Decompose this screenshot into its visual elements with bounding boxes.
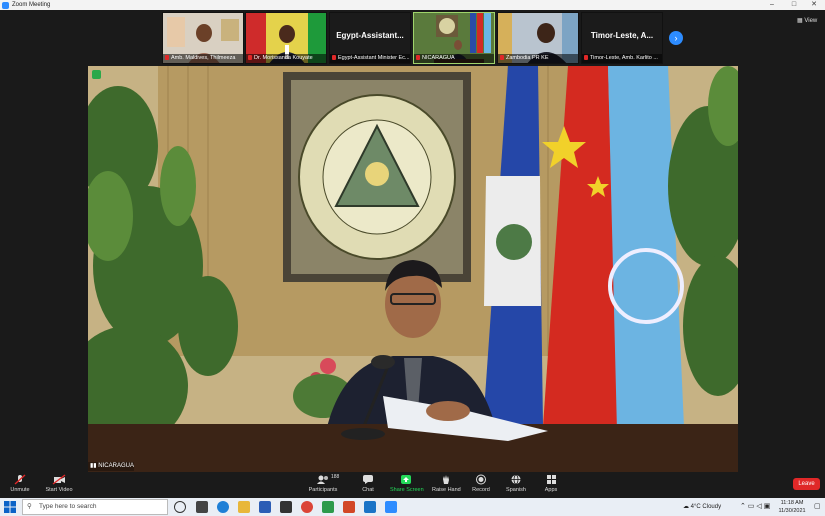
- title-bar: Zoom Meeting – □ ✕: [0, 0, 825, 10]
- file-explorer-icon[interactable]: [238, 501, 250, 513]
- minimize-button[interactable]: –: [762, 0, 782, 10]
- speaker-name: NICARAGUA: [98, 463, 134, 469]
- cloud-icon: ☁: [683, 504, 691, 510]
- participant-name: NICARAGUA: [422, 55, 455, 61]
- share-screen-button[interactable]: Share Screen: [390, 474, 424, 496]
- search-placeholder: Type here to search: [39, 503, 97, 510]
- view-label: View: [804, 18, 818, 24]
- participant-tile-active[interactable]: NICARAGUA: [413, 12, 495, 64]
- app-icon[interactable]: [280, 501, 292, 513]
- participants-count: 188: [331, 474, 340, 480]
- chrome-icon[interactable]: [301, 501, 313, 513]
- muted-mic-icon: [332, 55, 336, 60]
- security-shield-icon[interactable]: [92, 70, 101, 79]
- hand-icon: [443, 475, 449, 484]
- close-button[interactable]: ✕: [804, 0, 824, 10]
- participant-name: Timor-Leste, Amb. Karlito ...: [590, 55, 658, 61]
- zoom-window: Zoom Meeting – □ ✕ Amb. Maldives, Thilme…: [0, 0, 825, 516]
- unmute-button[interactable]: Unmute: [6, 474, 34, 496]
- participant-tile[interactable]: Egypt-Assistant... Egypt-Assistant Minis…: [329, 12, 411, 64]
- chat-icon: [363, 475, 373, 484]
- participant-tile[interactable]: Timor-Leste, A... Timor-Leste, Amb. Karl…: [581, 12, 663, 64]
- participant-tile[interactable]: Amb. Maldives, Thilmeeza: [162, 12, 244, 64]
- muted-mic-icon: [584, 55, 588, 60]
- chat-button[interactable]: Chat: [357, 474, 379, 496]
- participant-tile[interactable]: Zambodia PR KE: [497, 12, 579, 64]
- windows-taskbar: ⚲ Type here to search ☁ 4°C Cloudy ⌃ ▭ ◁…: [0, 498, 825, 516]
- record-button[interactable]: Record: [470, 474, 492, 496]
- meeting-toolbar: Unmute Start Video 188 Participants Chat…: [0, 472, 825, 498]
- participant-name: Zambodia PR KE: [506, 55, 549, 61]
- muted-mic-icon: [165, 55, 169, 60]
- participant-big-name: Timor-Leste, A...: [590, 31, 654, 40]
- widgets-icon[interactable]: [196, 501, 208, 513]
- participants-label: Participants: [308, 487, 338, 493]
- app-icon[interactable]: [322, 501, 334, 513]
- weather-text: 4°C Cloudy: [690, 504, 722, 510]
- zoom-taskbar-icon[interactable]: [385, 501, 397, 513]
- apps-button[interactable]: Apps: [540, 474, 562, 496]
- task-view-icon[interactable]: [174, 501, 186, 513]
- start-video-label: Start Video: [45, 487, 73, 493]
- system-tray-icons[interactable]: ⌃ ▭ ◁ ▣: [740, 498, 770, 516]
- participant-tile[interactable]: Dr. Morissanda Kouyate: [245, 12, 327, 64]
- participant-name: Egypt-Assistant Minister Ec...: [338, 55, 410, 61]
- participant-name: Dr. Morissanda Kouyate: [254, 55, 313, 61]
- speaker-video-frame: [88, 66, 738, 472]
- participant-big-name: Egypt-Assistant...: [336, 31, 404, 40]
- globe-icon: [511, 474, 521, 485]
- taskbar-search-input[interactable]: ⚲ Type here to search: [22, 499, 168, 515]
- muted-mic-icon: [500, 55, 504, 60]
- interpretation-button[interactable]: Spanish: [503, 474, 529, 496]
- apps-label: Apps: [544, 487, 558, 493]
- maximize-button[interactable]: □: [784, 0, 804, 10]
- apps-icon: [547, 475, 556, 484]
- participant-name: Amb. Maldives, Thilmeeza: [171, 55, 236, 61]
- raise-hand-label: Raise Hand: [432, 487, 461, 493]
- gallery-strip: Amb. Maldives, Thilmeeza Dr. Morissanda …: [0, 10, 825, 66]
- next-page-button[interactable]: ›: [669, 31, 683, 45]
- windows-start-icon[interactable]: [4, 501, 16, 513]
- view-button[interactable]: ▦ View: [797, 16, 817, 26]
- speaker-video: [88, 66, 738, 472]
- participants-button[interactable]: 188 Participants: [306, 474, 340, 496]
- edge-icon[interactable]: [217, 501, 229, 513]
- raise-hand-button[interactable]: Raise Hand: [432, 474, 461, 496]
- search-icon: ⚲: [27, 503, 32, 510]
- muted-mic-icon: [416, 55, 420, 60]
- clock-date: 11/30/2021: [778, 508, 806, 514]
- record-label: Record: [472, 487, 490, 493]
- clock-time: 11:18 AM: [780, 500, 804, 506]
- leave-button[interactable]: Leave: [793, 478, 820, 490]
- muted-mic-icon: [14, 474, 26, 485]
- taskbar-clock[interactable]: 11:18 AM 11/30/2021: [772, 499, 812, 515]
- chat-label: Chat: [362, 487, 374, 493]
- window-title: Zoom Meeting: [12, 2, 51, 8]
- interpretation-label: Spanish: [506, 487, 526, 493]
- zoom-app-icon: [2, 1, 9, 9]
- share-screen-label: Share Screen: [390, 487, 424, 493]
- app-icon[interactable]: [364, 501, 376, 513]
- video-off-icon: [52, 474, 66, 485]
- powerpoint-icon[interactable]: [343, 501, 355, 513]
- unmute-label: Unmute: [10, 487, 30, 493]
- participants-icon: 188: [316, 474, 339, 485]
- record-icon: [476, 474, 486, 485]
- share-screen-icon: [401, 475, 411, 484]
- speaker-name-label: ▮▮ NICARAGUA: [88, 462, 134, 471]
- weather-widget[interactable]: ☁ 4°C Cloudy: [683, 498, 721, 516]
- start-video-button[interactable]: Start Video: [42, 474, 76, 496]
- notification-icon[interactable]: ▢: [814, 498, 821, 516]
- muted-mic-icon: [248, 55, 252, 60]
- word-icon[interactable]: [259, 501, 271, 513]
